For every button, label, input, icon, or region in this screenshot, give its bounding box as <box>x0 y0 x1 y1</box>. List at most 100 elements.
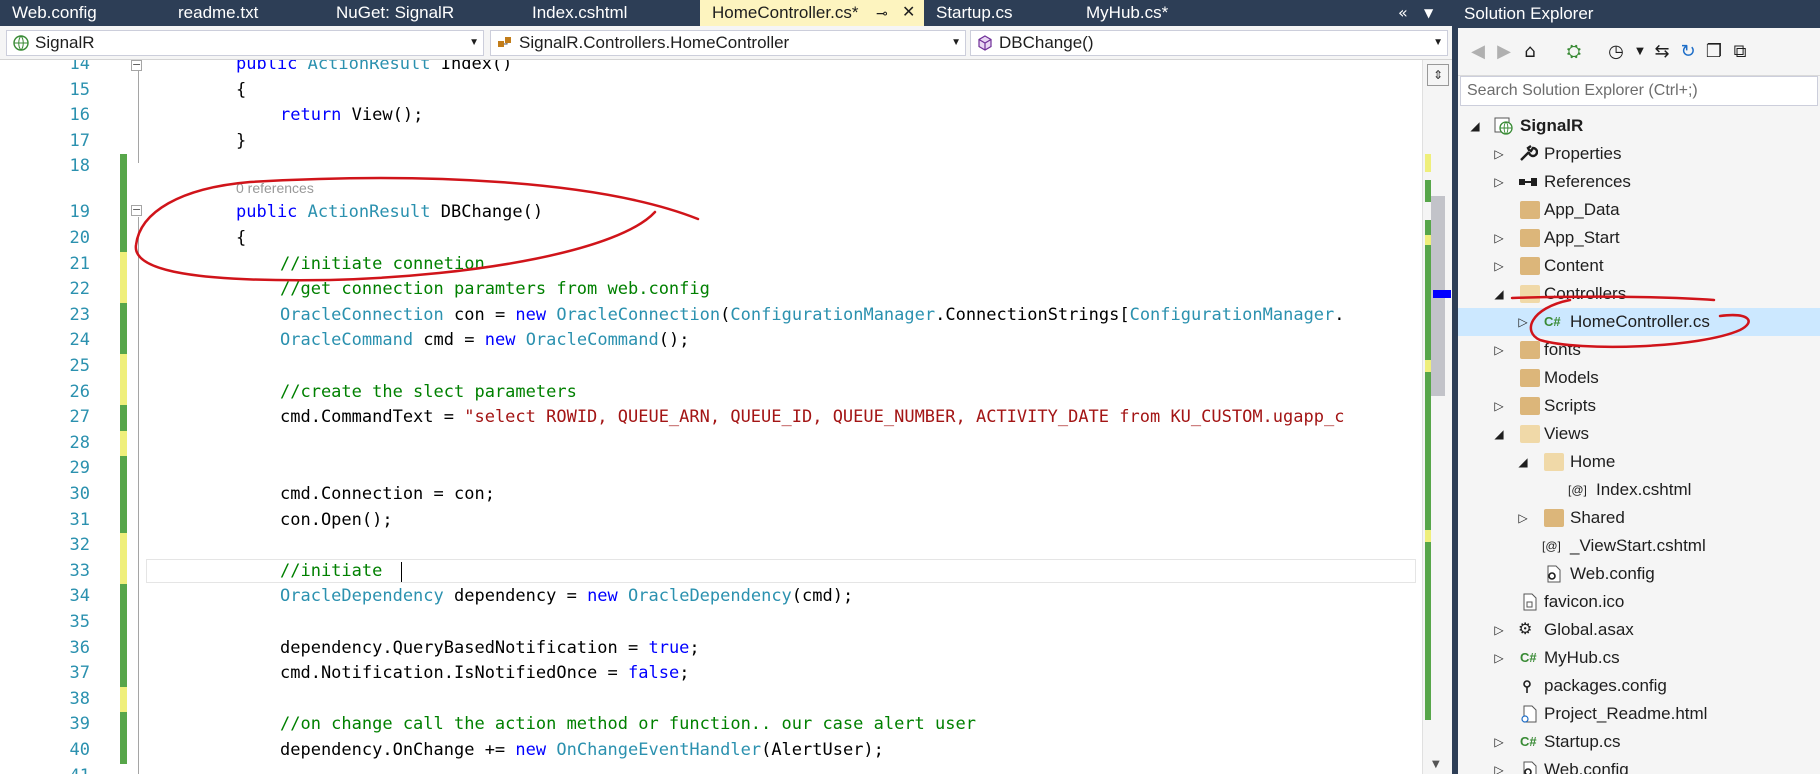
code-line: 23 OracleConnection con = new OracleConn… <box>0 302 1422 329</box>
tree-item-packages-config[interactable]: packages.config <box>1458 672 1820 700</box>
tree-item-models[interactable]: Models <box>1458 364 1820 392</box>
expand-closed-icon[interactable]: ▷ <box>1492 728 1506 756</box>
expand-open-icon[interactable]: ◢ <box>1492 420 1506 448</box>
collapse-icon[interactable]: − <box>131 60 142 71</box>
tree-item-signalr[interactable]: ◢ SignalR <box>1458 112 1820 140</box>
tree-item-viewstart[interactable]: [@] _ViewStart.cshtml <box>1458 532 1820 560</box>
code-line: 18 <box>0 154 1422 180</box>
codelens-references[interactable]: 0 references <box>236 180 314 196</box>
code-line: 41 <box>0 764 1422 774</box>
type-name: OnChangeEventHandler <box>556 740 762 760</box>
home-icon[interactable]: ⌂ <box>1518 40 1542 64</box>
tab-readme[interactable]: readme.txt <box>166 0 326 26</box>
tree-item-project-readme[interactable]: Project_Readme.html <box>1458 700 1820 728</box>
expand-closed-icon[interactable]: ▷ <box>1516 308 1530 336</box>
scroll-down-icon[interactable]: ▼ <box>1432 759 1440 770</box>
search-input[interactable]: Search Solution Explorer (Ctrl+;) <box>1460 76 1818 106</box>
tree-item-label: Content <box>1544 256 1604 275</box>
tree-item-favicon[interactable]: favicon.ico <box>1458 588 1820 616</box>
string-literal: "select ROWID, QUEUE_ARN, QUEUE_ID, QUEU… <box>464 407 1345 428</box>
change-marker <box>120 533 127 559</box>
history-icon[interactable]: ◷ <box>1604 40 1628 64</box>
tab-web-config[interactable]: Web.config <box>0 0 160 26</box>
editor-vertical-scrollbar[interactable]: ⇕ ▼ <box>1422 60 1452 774</box>
expand-closed-icon[interactable]: ▷ <box>1492 392 1506 420</box>
code-editor[interactable]: 14 public ActionResult Index() − 15 { 16… <box>0 60 1422 774</box>
expand-closed-icon[interactable]: ▷ <box>1516 504 1530 532</box>
tab-label: Startup.cs <box>936 3 1013 22</box>
tree-item-label: MyHub.cs <box>1544 648 1620 667</box>
tree-item-scripts[interactable]: ▷ Scripts <box>1458 392 1820 420</box>
tree-item-myhub[interactable]: ▷ C# MyHub.cs <box>1458 644 1820 672</box>
type-name: ConfigurationManager <box>730 304 936 325</box>
tab-nuget-signalr[interactable]: NuGet: SignalR <box>324 0 504 26</box>
class-dropdown[interactable]: SignalR.Controllers.HomeController ▼ <box>490 30 966 56</box>
tree-item-references[interactable]: ▷ References <box>1458 168 1820 196</box>
pending-changes-icon[interactable]: ⇆ <box>1650 40 1674 64</box>
tree-item-label: Home <box>1570 452 1616 471</box>
collapse-all-icon[interactable]: ❐ <box>1702 40 1726 64</box>
change-marker <box>120 635 127 662</box>
code-comment: //create the slect parameters <box>280 381 577 402</box>
expand-closed-icon[interactable]: ▷ <box>1492 140 1506 168</box>
gear-icon: ⚙ <box>1518 621 1533 638</box>
expand-closed-icon[interactable]: ▷ <box>1492 336 1506 364</box>
refresh-icon[interactable]: ↻ <box>1676 40 1700 64</box>
copy-icon[interactable]: ⧉ <box>1728 40 1752 64</box>
expand-open-icon[interactable]: ◢ <box>1468 112 1482 140</box>
identifier: cmd = <box>413 330 485 351</box>
tab-index-cshtml[interactable]: Index.cshtml <box>520 0 700 26</box>
tree-item-home[interactable]: ◢ Home <box>1458 448 1820 476</box>
tab-startup[interactable]: Startup.cs <box>924 0 1074 26</box>
member-dropdown[interactable]: DBChange() ▼ <box>970 30 1448 56</box>
keyword: new <box>484 330 516 351</box>
folder-open-icon <box>1520 425 1540 443</box>
tree-item-fonts[interactable]: ▷ fonts <box>1458 336 1820 364</box>
tree-item-content[interactable]: ▷ Content <box>1458 252 1820 280</box>
sync-icon[interactable]: ⛭ <box>1562 40 1586 64</box>
collapse-icon[interactable]: − <box>131 204 142 216</box>
folder-open-icon <box>1520 285 1540 303</box>
tree-item-homecontroller[interactable]: ▷ C# HomeController.cs <box>1458 308 1820 336</box>
tree-item-views[interactable]: ◢ Views <box>1458 420 1820 448</box>
tree-item-global-asax[interactable]: ▷ ⚙ Global.asax <box>1458 616 1820 644</box>
pin-icon[interactable]: ⊸ <box>876 0 888 26</box>
tree-item-views-web-config[interactable]: Web.config <box>1458 560 1820 588</box>
tree-item-label: HomeController.cs <box>1570 312 1710 331</box>
expand-open-icon[interactable]: ◢ <box>1516 448 1530 476</box>
tab-homecontroller[interactable]: HomeController.cs* ⊸ ✕ <box>700 0 924 26</box>
line-number: 20 <box>69 228 90 248</box>
tab-myhub[interactable]: MyHub.cs* <box>1074 0 1242 26</box>
tree-item-properties[interactable]: ▷ Properties <box>1458 140 1820 168</box>
back-icon[interactable]: ◀ <box>1466 40 1490 64</box>
csharp-icon: C# <box>1520 734 1537 749</box>
tree-item-app-start[interactable]: ▷ App_Start <box>1458 224 1820 252</box>
change-marker <box>120 302 127 329</box>
tree-item-shared[interactable]: ▷ Shared <box>1458 504 1820 532</box>
chevron-down-icon[interactable]: ▼ <box>1628 40 1652 64</box>
folder-icon <box>1544 509 1564 527</box>
expand-closed-icon[interactable]: ▷ <box>1492 224 1506 252</box>
close-icon[interactable]: ✕ <box>902 0 915 26</box>
change-marker <box>120 584 127 610</box>
split-view-icon[interactable]: ⇕ <box>1427 64 1449 86</box>
project-dropdown[interactable]: SignalR ▼ <box>6 30 484 56</box>
expand-closed-icon[interactable]: ▷ <box>1492 756 1506 774</box>
tree-item-app-data[interactable]: App_Data <box>1458 196 1820 224</box>
tab-dropdown-icon[interactable]: ▼ <box>1424 0 1433 26</box>
tree-item-web-config[interactable]: ▷ Web.config <box>1458 756 1820 774</box>
line-number: 17 <box>69 130 90 151</box>
expand-closed-icon[interactable]: ▷ <box>1492 644 1506 672</box>
folder-icon <box>1520 201 1540 219</box>
tree-item-startup[interactable]: ▷ C# Startup.cs <box>1458 728 1820 756</box>
tree-item-controllers[interactable]: ◢ Controllers <box>1458 280 1820 308</box>
change-marker <box>120 226 127 252</box>
expand-closed-icon[interactable]: ▷ <box>1492 168 1506 196</box>
expand-closed-icon[interactable]: ▷ <box>1492 252 1506 280</box>
expand-closed-icon[interactable]: ▷ <box>1492 616 1506 644</box>
expand-open-icon[interactable]: ◢ <box>1492 280 1506 308</box>
forward-icon[interactable]: ▶ <box>1492 40 1516 64</box>
tab-overflow-icon[interactable]: « <box>1398 0 1408 26</box>
tree-item-index-cshtml[interactable]: [@] Index.cshtml <box>1458 476 1820 504</box>
identifier: ; <box>689 637 700 658</box>
